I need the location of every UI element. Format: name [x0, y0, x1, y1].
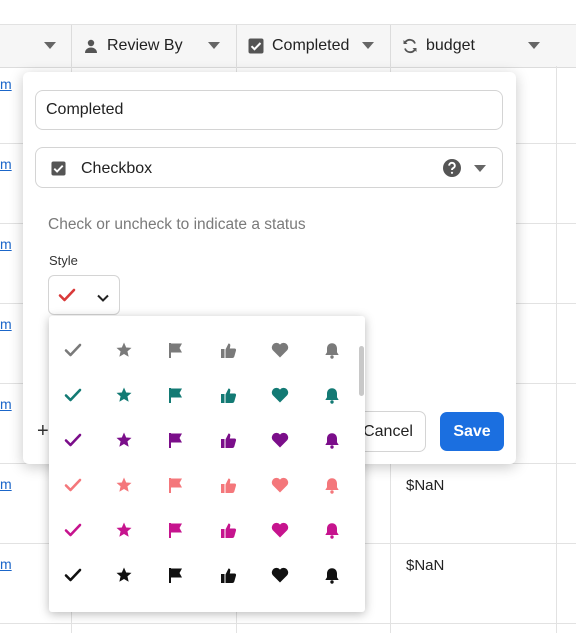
check-icon[interactable]: [59, 336, 87, 364]
person-icon: [83, 38, 99, 54]
bell-icon[interactable]: [318, 471, 346, 499]
star-icon[interactable]: [110, 426, 138, 454]
bell-icon[interactable]: [318, 381, 346, 409]
heart-icon[interactable]: [266, 426, 294, 454]
header-label: Review By: [107, 37, 183, 54]
heart-icon[interactable]: [266, 336, 294, 364]
thumbs-up-icon[interactable]: [214, 381, 242, 409]
star-icon[interactable]: [110, 381, 138, 409]
style-dropdown: [49, 316, 365, 612]
star-icon[interactable]: [110, 471, 138, 499]
check-icon[interactable]: [59, 471, 87, 499]
bell-icon[interactable]: [318, 426, 346, 454]
check-icon[interactable]: [59, 516, 87, 544]
heart-icon[interactable]: [266, 606, 294, 612]
flag-icon[interactable]: [162, 606, 190, 612]
flag-icon[interactable]: [162, 561, 190, 589]
style-label: Style: [49, 253, 78, 268]
row-link[interactable]: m: [0, 156, 12, 172]
header-label: budget: [426, 37, 475, 54]
chevron-down-icon[interactable]: [474, 165, 486, 172]
flag-icon[interactable]: [162, 336, 190, 364]
thumbs-up-icon[interactable]: [214, 471, 242, 499]
scrollbar-thumb[interactable]: [359, 346, 364, 396]
chevron-down-icon: [96, 290, 110, 308]
help-icon[interactable]: [442, 158, 462, 178]
flag-icon[interactable]: [162, 471, 190, 499]
row-link[interactable]: m: [0, 556, 12, 572]
check-icon[interactable]: [59, 426, 87, 454]
row-link[interactable]: m: [0, 76, 12, 92]
flag-icon[interactable]: [162, 426, 190, 454]
star-icon[interactable]: [110, 516, 138, 544]
chevron-down-icon[interactable]: [44, 42, 56, 49]
heart-icon[interactable]: [266, 516, 294, 544]
star-icon[interactable]: [110, 561, 138, 589]
thumbs-up-icon[interactable]: [214, 426, 242, 454]
bell-icon[interactable]: [318, 336, 346, 364]
field-type-label: Checkbox: [81, 160, 153, 177]
style-picker-button[interactable]: [48, 275, 120, 315]
flag-icon[interactable]: [162, 516, 190, 544]
row-link[interactable]: m: [0, 396, 12, 412]
field-name-input[interactable]: Completed: [35, 90, 503, 130]
header-cell-first[interactable]: [0, 25, 72, 67]
bell-icon[interactable]: [318, 606, 346, 612]
budget-cell-value[interactable]: $NaN: [406, 557, 444, 574]
add-description-button[interactable]: +: [37, 420, 49, 443]
checkbox-icon: [51, 161, 66, 176]
budget-cell-value[interactable]: $NaN: [406, 477, 444, 494]
formula-icon: [402, 38, 418, 54]
check-icon[interactable]: [59, 381, 87, 409]
thumbs-up-icon[interactable]: [214, 516, 242, 544]
row-link[interactable]: m: [0, 316, 12, 332]
header-cell-budget[interactable]: budget: [390, 25, 576, 67]
row-divider: [0, 623, 576, 624]
column-divider: [556, 66, 557, 633]
row-link[interactable]: m: [0, 236, 12, 252]
header-cell-review-by[interactable]: Review By: [71, 25, 237, 67]
heart-icon[interactable]: [266, 561, 294, 589]
grid-header: Review By Completed budget: [0, 24, 576, 68]
bell-icon[interactable]: [318, 516, 346, 544]
row-link[interactable]: m: [0, 476, 12, 492]
checkbox-icon: [248, 38, 264, 54]
field-type-select[interactable]: Checkbox: [35, 147, 503, 188]
check-icon: [58, 288, 76, 307]
check-icon[interactable]: [59, 561, 87, 589]
heart-icon[interactable]: [266, 471, 294, 499]
chevron-down-icon[interactable]: [528, 42, 540, 49]
flag-icon[interactable]: [162, 381, 190, 409]
chevron-down-icon[interactable]: [208, 42, 220, 49]
thumbs-up-icon[interactable]: [214, 606, 242, 612]
bell-icon[interactable]: [318, 561, 346, 589]
header-cell-completed[interactable]: Completed: [236, 25, 391, 67]
field-description[interactable]: Check or uncheck to indicate a status: [48, 216, 306, 234]
save-button[interactable]: Save: [440, 412, 504, 451]
thumbs-up-icon[interactable]: [214, 561, 242, 589]
dropdown-scrollbar[interactable]: [357, 316, 365, 612]
thumbs-up-icon[interactable]: [214, 336, 242, 364]
star-icon[interactable]: [110, 606, 138, 612]
star-icon[interactable]: [110, 336, 138, 364]
heart-icon[interactable]: [266, 381, 294, 409]
chevron-down-icon[interactable]: [362, 42, 374, 49]
header-label: Completed: [272, 37, 350, 54]
check-icon[interactable]: [59, 606, 87, 612]
